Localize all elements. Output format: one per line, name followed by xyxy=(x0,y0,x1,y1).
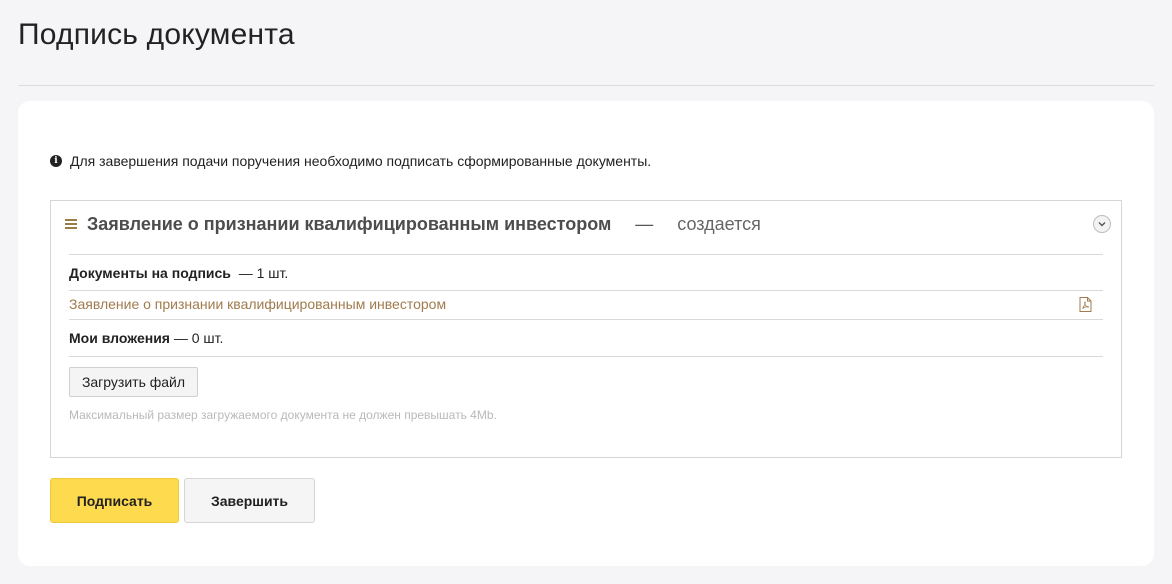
document-file-link[interactable]: Заявление о признании квалифицированным … xyxy=(69,296,446,312)
attachments-heading: Мои вложения — 0 шт. xyxy=(69,330,223,346)
docs-to-sign-heading: Документы на подпись — 1 шт. xyxy=(69,265,288,281)
docs-to-sign-count: — 1 шт. xyxy=(238,265,289,281)
hamburger-icon xyxy=(65,219,77,229)
upload-file-button[interactable]: Загрузить файл xyxy=(69,367,198,397)
info-text: Для завершения подачи поручения необходи… xyxy=(70,153,652,169)
expand-button[interactable] xyxy=(1093,215,1111,233)
attachments-label: Мои вложения xyxy=(69,330,170,346)
file-divider xyxy=(69,319,1103,320)
docs-to-sign-label: Документы на подпись xyxy=(69,265,231,281)
sign-button[interactable]: Подписать xyxy=(50,478,179,523)
attachments-divider xyxy=(69,356,1103,357)
document-title: Заявление о признании квалифицированным … xyxy=(87,213,612,234)
title-dash: — xyxy=(635,213,654,234)
info-message: i Для завершения подачи поручения необхо… xyxy=(50,153,651,169)
docs-divider xyxy=(69,290,1103,291)
pdf-icon[interactable] xyxy=(1079,297,1092,312)
info-circle-icon: i xyxy=(50,155,62,167)
page-title: Подпись документа xyxy=(18,18,295,51)
header-divider xyxy=(69,254,1103,255)
finish-button[interactable]: Завершить xyxy=(184,478,315,523)
sign-card: i Для завершения подачи поручения необхо… xyxy=(18,101,1154,566)
chevron-down-icon xyxy=(1098,222,1106,227)
upload-hint: Максимальный размер загружаемого докумен… xyxy=(69,408,497,422)
document-header[interactable]: Заявление о признании квалифицированным … xyxy=(65,212,1111,236)
attachments-count: — 0 шт. xyxy=(173,330,224,346)
document-status: создается xyxy=(677,213,761,234)
document-panel: Заявление о признании квалифицированным … xyxy=(50,200,1122,458)
title-divider xyxy=(18,85,1154,86)
